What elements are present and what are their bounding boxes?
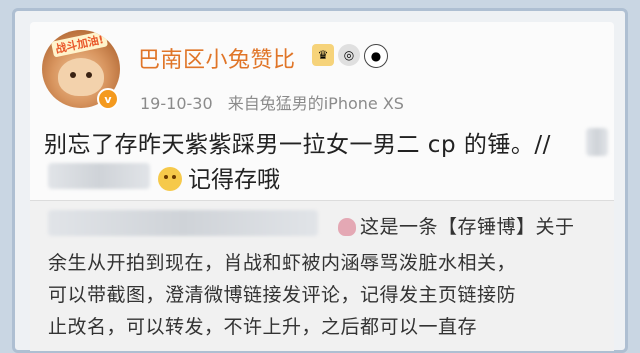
post-date: 19-10-30 — [140, 94, 213, 113]
post-text-line1: 别忘了存昨天紫紫踩男一拉女一男二 cp 的锤。// — [44, 132, 551, 158]
redacted-text — [48, 163, 150, 189]
post-meta: 19-10-30 来自兔猛男的iPhone XS — [140, 90, 404, 114]
medal-icon[interactable]: ◎ — [338, 44, 360, 66]
post-text-line2: 记得存哦 — [158, 160, 280, 194]
pudding-icon — [338, 218, 356, 236]
username[interactable]: 巴南区小兔赞比 — [138, 42, 296, 74]
repost-line2: 余生从开拍到现在，肖战和虾被内涵辱骂泼脏水相关， — [48, 252, 517, 274]
repost-line1: 这是一条【存锤博】关于 — [338, 212, 575, 239]
repost-line3: 可以带截图，澄清微博链接发评论，记得发主页链接防 — [48, 284, 517, 306]
repost-line4: 止改名，可以转发，不许上升，之后都可以一直存 — [48, 316, 478, 338]
scared-face-icon — [158, 167, 182, 191]
avatar-eye-left — [70, 72, 76, 78]
verified-icon: v — [97, 88, 119, 110]
redacted-mention — [586, 128, 608, 156]
avatar-eye-right — [86, 72, 92, 78]
post-text-line2-label: 记得存哦 — [188, 167, 280, 193]
crown-icon[interactable]: ♛ — [312, 44, 334, 66]
repost-line1-label: 这是一条【存锤博】关于 — [360, 216, 575, 238]
cat-icon — [58, 58, 104, 96]
panda-icon[interactable]: ● — [364, 44, 388, 68]
redacted-repost-author — [48, 210, 318, 236]
post-source: 来自兔猛男的iPhone XS — [227, 94, 404, 113]
